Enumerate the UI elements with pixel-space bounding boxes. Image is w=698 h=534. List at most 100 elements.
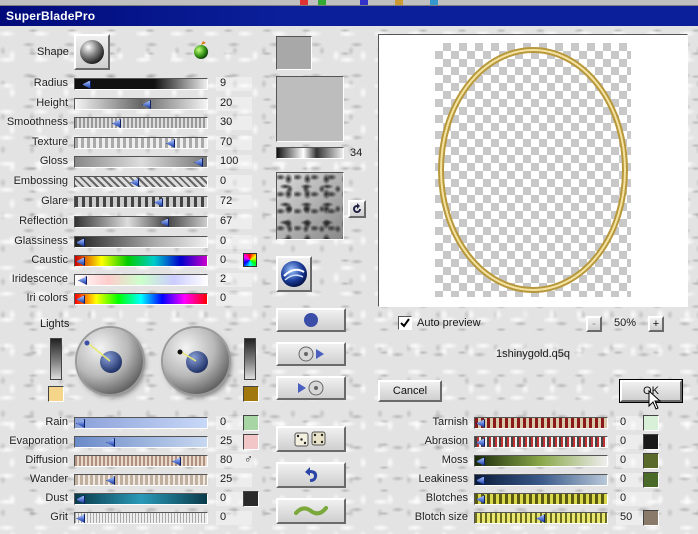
smoothness-slider[interactable] [74, 117, 208, 129]
height-label: Height [36, 97, 68, 109]
zoom-in-button[interactable]: + [648, 316, 664, 332]
window-titlebar[interactable]: SuperBladePro [0, 6, 698, 26]
texture-value[interactable]: 70 [216, 136, 252, 150]
smoothness-value[interactable]: 30 [216, 116, 252, 130]
sphere-button[interactable] [276, 308, 346, 332]
auto-preview-checkbox[interactable] [398, 316, 412, 330]
light-left-color-swatch[interactable] [48, 386, 64, 402]
texture-scale-slider[interactable] [276, 147, 344, 159]
iri-colors-slider[interactable] [74, 293, 208, 305]
radius-slider-thumb[interactable] [82, 80, 91, 89]
height-value[interactable]: 20 [216, 97, 252, 111]
iri-colors-value[interactable]: 0 [216, 292, 252, 306]
texture-slider[interactable] [74, 137, 208, 149]
diffusion-slider[interactable] [74, 455, 208, 467]
embossing-slider-thumb[interactable] [130, 178, 139, 187]
leakiness-slider-thumb[interactable] [476, 476, 485, 485]
material-preview[interactable] [276, 76, 344, 142]
gloss-value[interactable]: 100 [216, 155, 252, 169]
blotches-slider[interactable] [474, 493, 608, 505]
reflection-slider-thumb[interactable] [160, 218, 169, 227]
moss-slider-thumb[interactable] [476, 457, 485, 466]
light-right-direction-dial[interactable] [163, 328, 229, 394]
glassiness-slider-thumb[interactable] [76, 238, 85, 247]
glassiness-value[interactable]: 0 [216, 235, 252, 249]
undo-arrow-icon [305, 467, 318, 482]
light-right-color-swatch[interactable] [243, 386, 259, 402]
save-button[interactable] [276, 376, 346, 400]
shape-button[interactable] [74, 34, 110, 70]
glare-slider[interactable] [74, 196, 208, 208]
rain-slider[interactable] [74, 417, 208, 429]
caustic-color-picker-icon[interactable] [243, 253, 257, 267]
texture-slider-thumb[interactable] [166, 139, 175, 148]
grit-value[interactable]: 0 [216, 511, 252, 525]
abrasion-slider-thumb[interactable] [476, 438, 485, 447]
tarnish-slider[interactable] [474, 417, 608, 429]
grit-slider-thumb[interactable] [76, 514, 85, 523]
preview-panel[interactable] [378, 34, 688, 307]
iri-colors-slider-thumb[interactable] [76, 295, 85, 304]
embossing-slider[interactable] [74, 176, 208, 188]
iridescence-slider-thumb[interactable] [78, 276, 87, 285]
abrasion-slider[interactable] [474, 436, 608, 448]
wander-slider[interactable] [74, 474, 208, 486]
effect-button[interactable] [276, 498, 346, 524]
undo-button[interactable] [276, 462, 346, 488]
light-left-intensity-bar[interactable] [50, 338, 62, 380]
reflection-value[interactable]: 67 [216, 215, 252, 229]
tarnish-slider-thumb[interactable] [476, 419, 485, 428]
gloss-slider[interactable] [74, 156, 208, 168]
color-swatch-large[interactable] [276, 36, 312, 70]
blotches-value[interactable]: 0 [616, 492, 652, 506]
dust-slider-thumb[interactable] [76, 495, 85, 504]
glassiness-slider[interactable] [74, 236, 208, 248]
cancel-button[interactable]: Cancel [378, 380, 442, 402]
glare-value[interactable]: 72 [216, 195, 252, 209]
tarnish-color-swatch[interactable] [643, 415, 659, 431]
rain-slider-thumb[interactable] [76, 419, 85, 428]
light-right-intensity-bar[interactable] [244, 338, 256, 380]
diffusion-toggle-icon[interactable]: ♂ [244, 452, 258, 466]
light-left-direction-dial[interactable] [77, 328, 143, 394]
evaporation-color-swatch[interactable] [243, 434, 259, 450]
height-slider[interactable] [74, 98, 208, 110]
caustic-slider[interactable] [74, 255, 208, 267]
wander-slider-thumb[interactable] [106, 476, 115, 485]
iridescence-value[interactable]: 2 [216, 273, 252, 287]
wander-value[interactable]: 25 [216, 473, 252, 487]
evaporation-slider[interactable] [74, 436, 208, 448]
refresh-button[interactable] [348, 200, 366, 218]
moss-slider[interactable] [474, 455, 608, 467]
embossing-value[interactable]: 0 [216, 175, 252, 189]
evaporation-slider-thumb[interactable] [106, 438, 115, 447]
texture-pattern[interactable] [276, 172, 344, 240]
apple-icon[interactable] [192, 40, 210, 60]
environment-map-button[interactable] [276, 256, 312, 292]
load-button[interactable] [276, 342, 346, 366]
blotch-size-color-swatch[interactable] [643, 510, 659, 526]
glare-slider-thumb[interactable] [154, 198, 163, 207]
zoom-out-button[interactable]: - [586, 316, 602, 332]
moss-color-swatch[interactable] [643, 453, 659, 469]
grit-slider[interactable] [74, 512, 208, 524]
blotch-size-slider-thumb[interactable] [536, 514, 545, 523]
blotch-size-slider[interactable] [474, 512, 608, 524]
radius-value[interactable]: 9 [216, 77, 252, 91]
iridescence-slider[interactable] [74, 274, 208, 286]
leakiness-slider[interactable] [474, 474, 608, 486]
caustic-slider-thumb[interactable] [76, 257, 85, 266]
rain-color-swatch[interactable] [243, 415, 259, 431]
reflection-slider[interactable] [74, 216, 208, 228]
height-slider-thumb[interactable] [142, 100, 151, 109]
abrasion-color-swatch[interactable] [643, 434, 659, 450]
leakiness-color-swatch[interactable] [643, 472, 659, 488]
dust-color-swatch[interactable] [243, 491, 259, 507]
gloss-slider-thumb[interactable] [194, 158, 203, 167]
diffusion-slider-thumb[interactable] [172, 457, 181, 466]
randomize-button[interactable] [276, 426, 346, 452]
smoothness-slider-thumb[interactable] [112, 119, 121, 128]
blotches-slider-thumb[interactable] [476, 495, 485, 504]
dust-slider[interactable] [74, 493, 208, 505]
radius-slider[interactable] [74, 78, 208, 90]
